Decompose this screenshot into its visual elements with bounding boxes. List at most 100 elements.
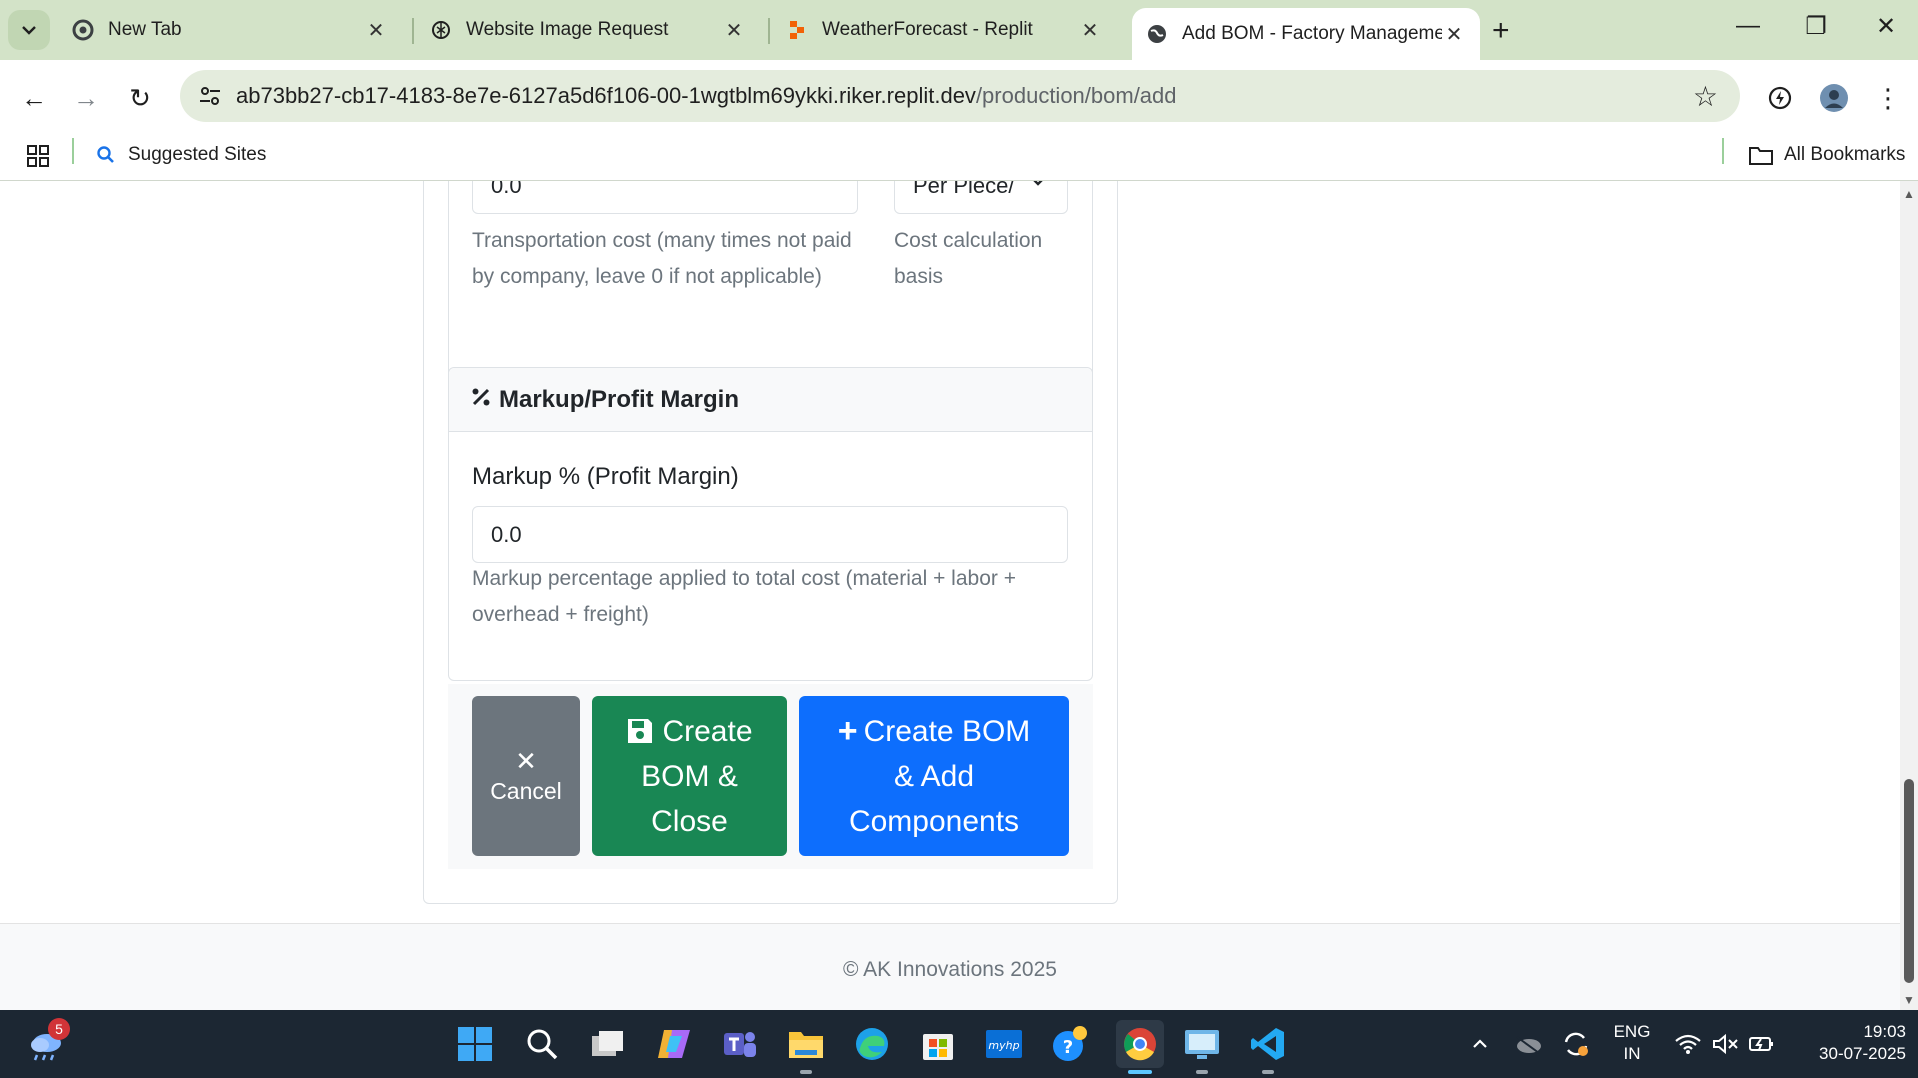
sync-icon[interactable] — [1556, 1024, 1596, 1064]
tab-separator — [412, 18, 414, 44]
system-clock[interactable]: 19:03 30-07-2025 — [1790, 1021, 1906, 1065]
tab-website-image-request[interactable]: Website Image Request ✕ — [416, 8, 760, 52]
vscode-icon[interactable] — [1248, 1024, 1288, 1064]
close-icon[interactable]: ✕ — [1442, 22, 1466, 47]
all-bookmarks[interactable]: All Bookmarks — [1748, 144, 1905, 166]
create-bom-close-button[interactable]: Create BOM & Close — [592, 696, 787, 856]
tab-separator — [768, 18, 770, 44]
tab-title: Website Image Request — [466, 19, 669, 40]
region-code: IN — [1623, 1044, 1641, 1063]
wifi-icon[interactable] — [1668, 1024, 1708, 1064]
minimize-icon[interactable]: — — [1728, 12, 1768, 40]
help-line: Cost calculation — [894, 229, 1043, 252]
microsoft-store-icon[interactable] — [918, 1024, 958, 1064]
plus-icon: + — [837, 711, 858, 750]
freight-basis-select[interactable]: Per Piece/ — [894, 181, 1068, 214]
tab-search-button[interactable] — [8, 10, 50, 50]
myhp-icon[interactable]: myhp — [984, 1024, 1024, 1064]
clock-time: 19:03 — [1863, 1022, 1906, 1041]
tab-strip: New Tab ✕ Website Image Request ✕ Weathe… — [0, 0, 1918, 60]
close-icon[interactable]: ✕ — [1078, 18, 1102, 43]
tab-weatherforecast-replit[interactable]: WeatherForecast - Replit ✕ — [772, 8, 1116, 52]
close-icon[interactable]: ✕ — [722, 18, 746, 43]
freight-cost-help: Transportation cost (many times not paid… — [472, 223, 892, 295]
button-label: Create — [662, 714, 753, 748]
window-close-icon[interactable]: ✕ — [1866, 12, 1906, 41]
close-icon[interactable]: ✕ — [364, 18, 388, 43]
create-bom-add-components-button[interactable]: + Create BOM & Add Components — [799, 696, 1069, 856]
restore-icon[interactable]: ❐ — [1796, 12, 1836, 41]
button-label: & Add — [893, 759, 975, 793]
scroll-down-arrow-icon[interactable]: ▼ — [1903, 993, 1915, 1007]
chrome-taskbar-icon[interactable] — [1116, 1020, 1164, 1068]
tab-title: New Tab — [108, 19, 182, 40]
help-line: by company, leave 0 if not applicable) — [472, 265, 822, 288]
copilot-icon[interactable] — [654, 1024, 694, 1064]
footer-copyright: © AK Innovations 2025 — [843, 958, 1057, 981]
section-title: Markup/Profit Margin — [499, 385, 740, 413]
running-indicator — [1196, 1070, 1208, 1074]
address-bar[interactable]: ab73bb27-cb17-4183-8e7e-6127a5d6f106-00-… — [180, 70, 1740, 122]
notification-badge: 5 — [48, 1018, 70, 1040]
button-label: Create BOM — [863, 714, 1031, 748]
more-menu-icon[interactable]: ⋮ — [1868, 78, 1908, 118]
help-line: Transportation cost (many times not paid — [472, 229, 852, 252]
markup-help: Markup percentage applied to total cost … — [472, 561, 1072, 633]
file-explorer-icon[interactable] — [786, 1024, 826, 1064]
apps-grid-icon[interactable] — [26, 144, 50, 174]
openai-icon — [430, 19, 452, 41]
language-indicator[interactable]: ENG IN — [1610, 1021, 1654, 1065]
page-footer: © AK Innovations 2025 — [0, 923, 1900, 1010]
button-label: Close — [651, 804, 728, 838]
teams-icon[interactable] — [720, 1024, 760, 1064]
edge-icon[interactable] — [852, 1024, 892, 1064]
scroll-thumb[interactable] — [1904, 779, 1914, 983]
replit-icon — [786, 19, 808, 41]
tab-new-tab[interactable]: New Tab ✕ — [58, 8, 402, 52]
forward-arrow-icon[interactable]: → — [66, 78, 106, 118]
back-arrow-icon[interactable]: ← — [14, 78, 54, 118]
markup-label: Markup % (Profit Margin) — [472, 463, 739, 490]
new-tab-plus-icon[interactable]: + — [1492, 14, 1510, 48]
volume-muted-icon[interactable] — [1706, 1024, 1746, 1064]
markup-section-header: Markup/Profit Margin — [449, 368, 1092, 432]
bookmark-separator — [1722, 138, 1724, 164]
tab-add-bom[interactable]: Add BOM - Factory Managemen ✕ — [1132, 8, 1480, 60]
onedrive-icon[interactable] — [1508, 1024, 1548, 1064]
performance-icon[interactable] — [1760, 78, 1800, 118]
cancel-button[interactable]: ✕ Cancel — [472, 696, 580, 856]
battery-charging-icon[interactable] — [1742, 1024, 1782, 1064]
running-indicator — [1262, 1070, 1274, 1074]
url-path: /production/bom/add — [975, 83, 1177, 108]
button-label: Cancel — [490, 778, 562, 804]
bookmark-label: All Bookmarks — [1784, 144, 1906, 165]
help-line: overhead + freight) — [472, 603, 649, 626]
site-settings-icon[interactable] — [196, 82, 224, 110]
task-view-icon[interactable] — [588, 1024, 628, 1064]
tab-title: Add BOM - Factory Managemen — [1182, 23, 1442, 44]
windows-start-icon[interactable] — [455, 1024, 495, 1064]
bookmark-star-icon[interactable]: ☆ — [1693, 80, 1718, 113]
reload-icon[interactable]: ↻ — [120, 78, 160, 118]
remote-desktop-icon[interactable] — [1182, 1024, 1222, 1064]
url-host: ab73bb27-cb17-4183-8e7e-6127a5d6f106-00-… — [236, 83, 976, 108]
markup-percent-input[interactable]: 0.0 — [472, 506, 1068, 563]
scroll-up-arrow-icon[interactable]: ▲ — [1903, 187, 1915, 201]
x-icon: ✕ — [515, 746, 537, 776]
help-line: basis — [894, 265, 944, 288]
globe-icon — [1146, 23, 1168, 45]
browser-toolbar: ← → ↻ ab73bb27-cb17-4183-8e7e-6127a5d6f1… — [0, 60, 1918, 188]
profile-avatar[interactable] — [1814, 78, 1854, 118]
page-scrollbar[interactable]: ▲ ▼ — [1900, 181, 1918, 1010]
search-icon[interactable] — [522, 1024, 562, 1064]
chevron-down-icon — [1029, 181, 1047, 196]
chevron-up-icon[interactable] — [1460, 1024, 1500, 1064]
input-value: 0.0 — [491, 521, 522, 547]
get-help-icon[interactable]: ? — [1050, 1024, 1090, 1064]
freight-cost-input[interactable]: 0.0 — [472, 181, 858, 214]
svg-text:?: ? — [1063, 1037, 1073, 1058]
percent-icon — [471, 387, 491, 413]
save-icon — [626, 717, 654, 745]
freight-basis-help: Cost calculation basis — [894, 223, 1074, 295]
bookmark-suggested-sites[interactable]: Suggested Sites — [96, 144, 266, 166]
